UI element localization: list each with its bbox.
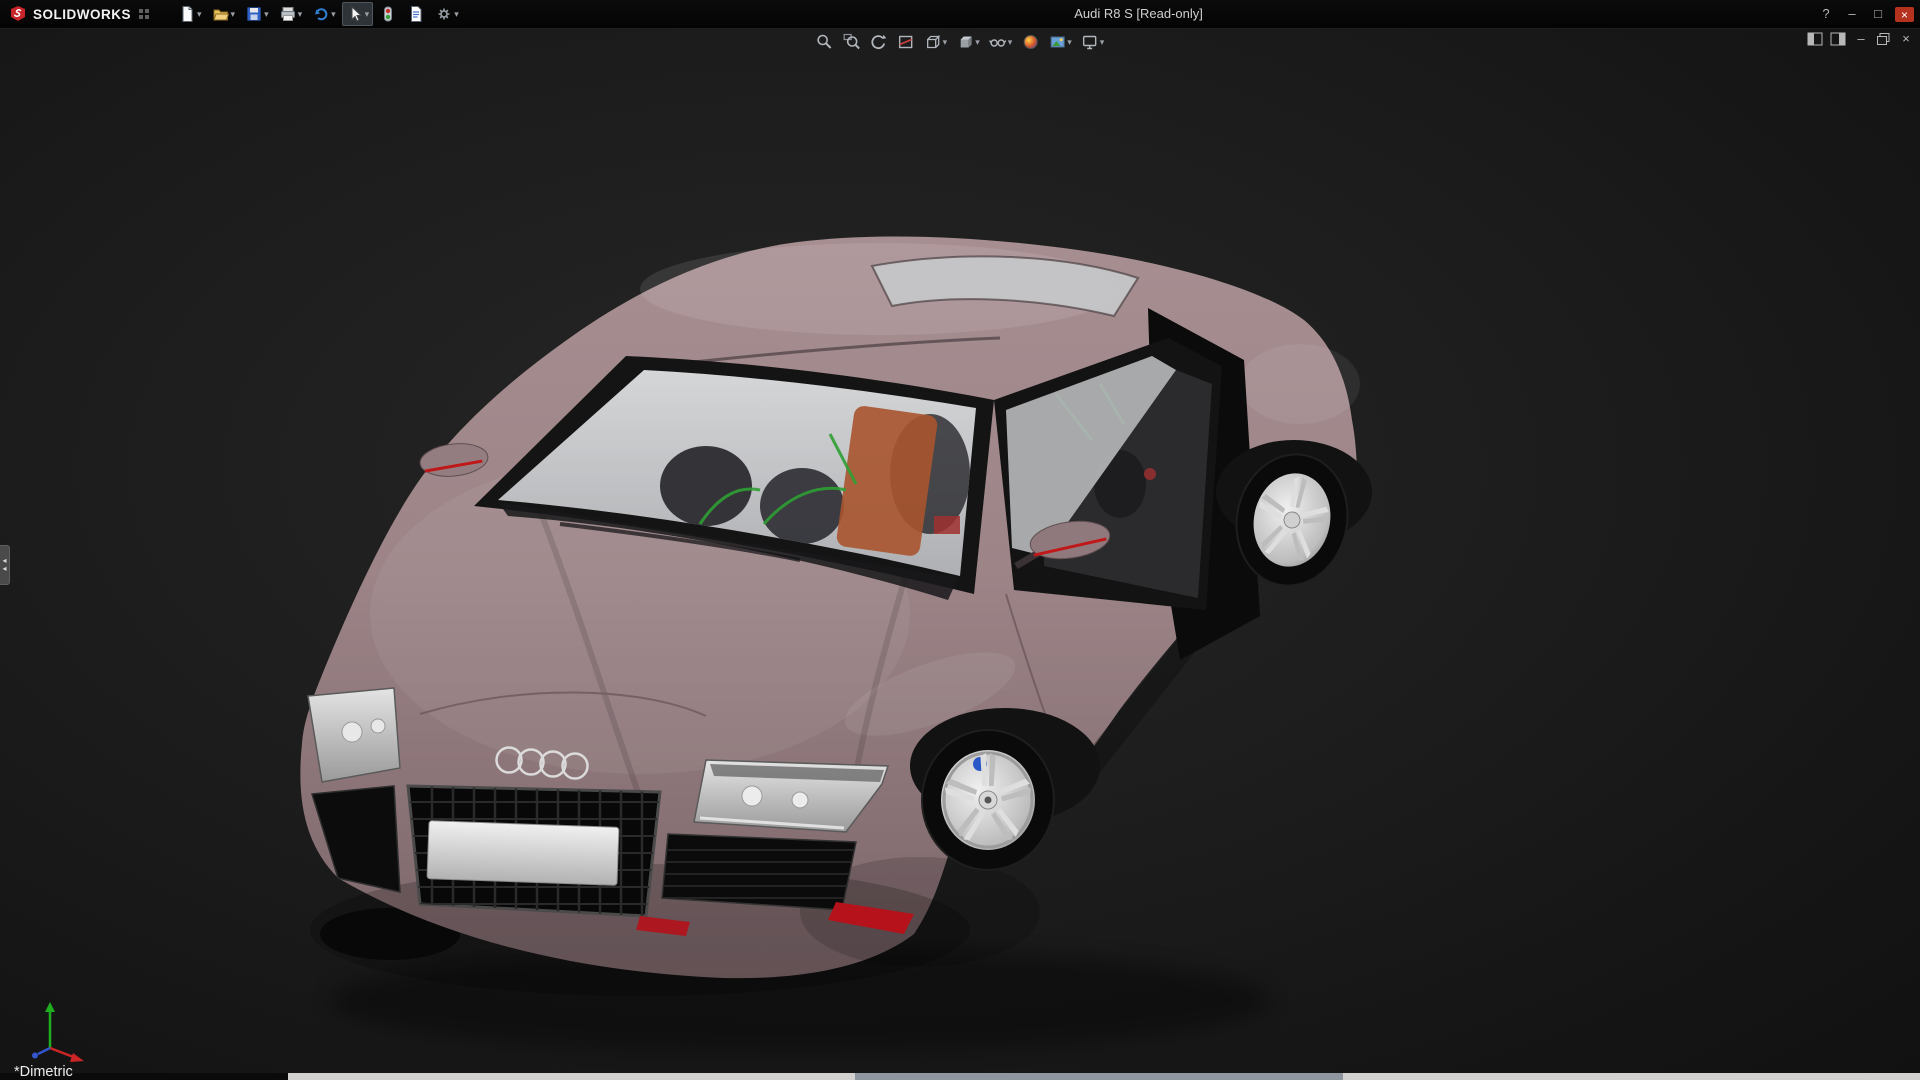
open-folder-icon — [212, 5, 230, 23]
front-intake-right[interactable] — [660, 834, 860, 910]
file-properties-icon — [407, 5, 425, 23]
chevron-down-icon[interactable]: ▾ — [1008, 37, 1013, 48]
pane-right-icon[interactable] — [1830, 32, 1846, 46]
chevron-down-icon[interactable]: ▾ — [1100, 37, 1105, 48]
print-button[interactable]: ▾ — [275, 2, 307, 26]
display-style-button[interactable]: ▾ — [953, 31, 983, 53]
view-settings-icon — [1081, 33, 1099, 51]
title-bar: SOLIDWORKS ▾ ▾ ▾ — [0, 0, 1920, 29]
view-settings-button[interactable]: ▾ — [1078, 31, 1108, 53]
document-minimize-button[interactable]: – — [1853, 31, 1869, 46]
chevron-down-icon[interactable]: ▾ — [1067, 37, 1072, 48]
section-view-button[interactable] — [894, 31, 918, 53]
edit-appearance-button[interactable] — [1018, 31, 1042, 53]
license-plate-blank — [427, 821, 619, 886]
headsup-view-toolbar: ▾ ▾ ▾ — [813, 31, 1108, 53]
display-style-icon — [956, 33, 974, 51]
document-restore-button[interactable] — [1876, 32, 1891, 46]
view-orientation-button[interactable]: ▾ — [921, 31, 951, 53]
appearance-ball-icon — [1021, 33, 1039, 51]
view-orientation-label: *Dimetric — [14, 1064, 73, 1080]
save-button[interactable]: ▾ — [241, 2, 273, 26]
chevron-down-icon[interactable]: ▾ — [298, 9, 303, 20]
chevron-down-icon[interactable]: ▾ — [231, 9, 236, 20]
rebuild-button[interactable] — [375, 2, 401, 26]
window-title: Audi R8 S [Read-only] — [1074, 0, 1203, 28]
document-close-button[interactable]: × — [1898, 31, 1914, 46]
scene-icon — [1048, 33, 1066, 51]
panel-collapse-handle[interactable]: ◂ ◂ — [0, 545, 10, 585]
select-cursor-icon — [346, 5, 364, 23]
solidworks-logo-icon — [8, 4, 28, 24]
menu-pin-icon[interactable] — [138, 8, 150, 20]
window-controls: ? – □ × — [1817, 0, 1914, 28]
help-button[interactable]: ? — [1817, 6, 1835, 22]
close-button[interactable]: × — [1895, 7, 1914, 22]
new-document-button[interactable]: ▾ — [174, 2, 206, 26]
previous-view-icon — [870, 33, 888, 51]
car-model[interactable] — [0, 0, 1920, 1080]
section-view-icon — [897, 33, 915, 51]
orientation-triad — [24, 992, 100, 1064]
select-button[interactable]: ▾ — [342, 2, 374, 26]
print-icon — [279, 5, 297, 23]
chevron-down-icon[interactable]: ▾ — [365, 9, 370, 20]
file-properties-button[interactable] — [403, 2, 429, 26]
brand-name: SOLIDWORKS — [33, 7, 131, 22]
headlight-left[interactable] — [308, 688, 400, 782]
eyeglasses-icon — [989, 33, 1007, 51]
apply-scene-button[interactable]: ▾ — [1045, 31, 1075, 53]
gear-icon — [435, 5, 453, 23]
view-orientation-cube-icon — [924, 33, 942, 51]
chevron-down-icon[interactable]: ▾ — [264, 9, 269, 20]
previous-view-button[interactable] — [867, 31, 891, 53]
save-icon — [245, 5, 263, 23]
wheel-front-right[interactable] — [922, 730, 1054, 870]
chevron-down-icon[interactable]: ▾ — [454, 9, 459, 20]
chevron-down-icon[interactable]: ▾ — [943, 37, 948, 48]
hide-show-items-button[interactable]: ▾ — [986, 31, 1016, 53]
standard-toolbar: ▾ ▾ ▾ ▾ — [174, 2, 463, 26]
pane-left-icon[interactable] — [1807, 32, 1823, 46]
undo-button[interactable]: ▾ — [308, 2, 340, 26]
chevron-down-icon[interactable]: ▾ — [197, 9, 202, 20]
zoom-to-fit-button[interactable] — [813, 31, 837, 53]
chevron-down-icon[interactable]: ▾ — [331, 9, 336, 20]
status-bar-segment — [855, 1073, 1343, 1080]
zoom-to-area-button[interactable] — [840, 31, 864, 53]
collapse-arrow-icon: ◂ — [2, 565, 6, 573]
options-button[interactable]: ▾ — [431, 2, 463, 26]
undo-icon — [312, 5, 330, 23]
open-button[interactable]: ▾ — [208, 2, 240, 26]
chevron-down-icon[interactable]: ▾ — [975, 37, 980, 48]
new-document-icon — [178, 5, 196, 23]
zoom-to-fit-icon — [816, 33, 834, 51]
front-intake-left[interactable] — [312, 786, 400, 892]
minimize-button[interactable]: – — [1843, 6, 1861, 22]
solidworks-logo: SOLIDWORKS — [0, 4, 160, 24]
document-window-controls: – × — [1807, 31, 1914, 46]
front-grille[interactable] — [408, 780, 660, 920]
zoom-to-area-icon — [843, 33, 861, 51]
status-bar — [288, 1073, 1920, 1080]
maximize-button[interactable]: □ — [1869, 6, 1887, 22]
rebuild-icon — [379, 5, 397, 23]
